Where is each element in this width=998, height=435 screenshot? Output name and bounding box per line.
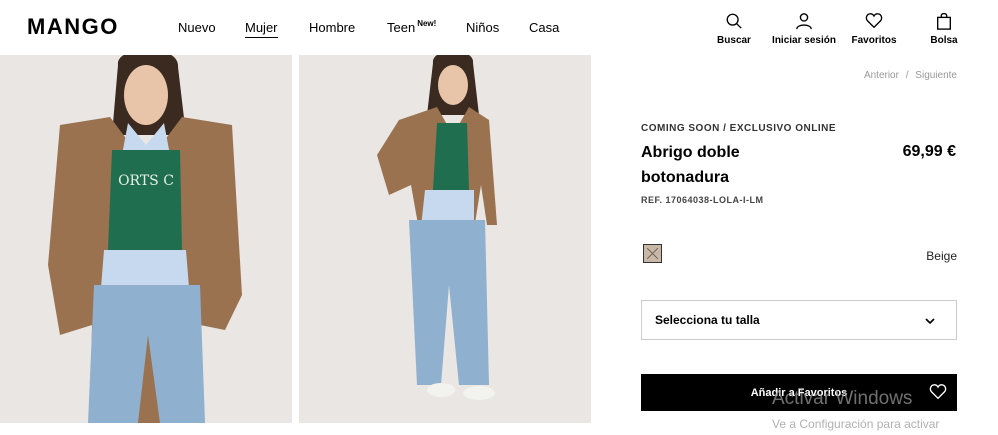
login-button[interactable]: Iniciar sesión [772, 12, 836, 46]
site-header: MANGO Nuevo Mujer Hombre Teen New! Niños … [0, 0, 998, 55]
svg-text:ORTS C: ORTS C [118, 173, 174, 189]
color-swatch-beige[interactable] [643, 244, 662, 263]
bag-button[interactable]: Bolsa [930, 12, 958, 46]
search-icon [726, 13, 742, 29]
model-front-image: ORTS C [0, 55, 292, 423]
nav-item-teen[interactable]: Teen New! [387, 19, 437, 35]
user-icon [796, 13, 812, 30]
product-photo-2[interactable] [299, 55, 591, 423]
product-title: Abrigo doble botonadura [641, 144, 740, 186]
new-badge: New! [417, 19, 437, 28]
nav-item-casa[interactable]: Casa [529, 20, 559, 35]
size-select-label: Selecciona tu talla [655, 313, 760, 327]
nav-item-ninos[interactable]: Niños [466, 20, 499, 35]
chevron-down-icon [925, 318, 935, 325]
product-reference: REF. 17064038-LOLA-I-LM [641, 195, 764, 205]
heart-icon [865, 13, 883, 29]
model-full-body-image [299, 55, 591, 423]
watermark-subtitle: Ve a Configuración para activar [772, 417, 940, 431]
favorites-label: Favoritos [851, 35, 897, 46]
next-link[interactable]: Siguiente [915, 70, 957, 81]
favorites-button[interactable]: Favoritos [851, 12, 897, 46]
product-pager: Anterior / Siguiente [864, 70, 957, 81]
search-label: Buscar [717, 35, 751, 46]
bag-label: Bolsa [930, 35, 958, 46]
nav-item-hombre[interactable]: Hombre [309, 20, 355, 35]
pager-separator: / [905, 70, 909, 81]
size-select[interactable]: Selecciona tu talla [641, 300, 957, 340]
previous-link[interactable]: Anterior [864, 70, 899, 81]
mango-logo[interactable]: MANGO [27, 14, 119, 40]
bag-icon [937, 12, 951, 30]
windows-activation-watermark: Activar Windows Ve a Configuración para … [772, 388, 939, 435]
nav-item-teen-label: Teen [387, 20, 416, 35]
watermark-title: Activar Windows [772, 388, 913, 409]
login-label: Iniciar sesión [772, 35, 836, 46]
color-name: Beige [926, 249, 957, 263]
product-tag: COMING SOON / EXCLUSIVO ONLINE [641, 123, 837, 134]
product-price: 69,99 € [902, 143, 956, 160]
product-photo-1[interactable]: ORTS C [0, 55, 292, 423]
nav-item-nuevo[interactable]: Nuevo [178, 20, 216, 35]
search-button[interactable]: Buscar [717, 12, 751, 46]
nav-item-mujer[interactable]: Mujer [245, 20, 278, 38]
